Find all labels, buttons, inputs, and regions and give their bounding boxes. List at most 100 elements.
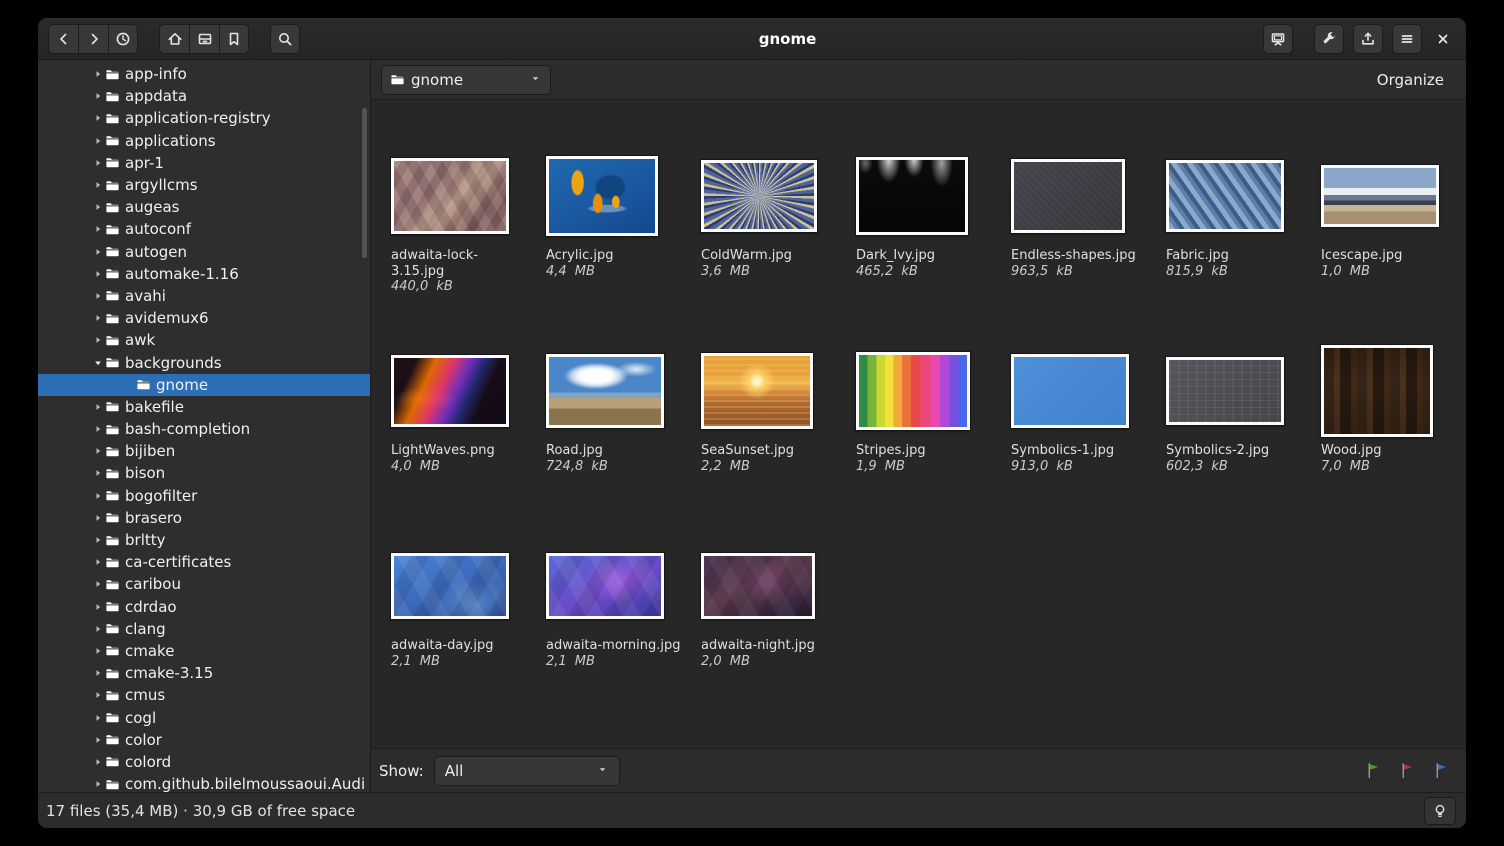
file-item[interactable]: Icescape.jpg1,0 MB — [1321, 150, 1466, 345]
file-item[interactable]: Symbolics-1.jpg913,0 kB — [1011, 345, 1161, 540]
menu-button[interactable] — [1392, 24, 1422, 54]
file-item[interactable]: ColdWarm.jpg3,6 MB — [701, 150, 851, 345]
expander-collapsed-icon[interactable] — [90, 223, 105, 235]
sidebar-item-ca-certificates[interactable]: ca-certificates — [38, 551, 370, 573]
blue-flag-button[interactable] — [1432, 762, 1450, 780]
sidebar-item-color[interactable]: color — [38, 729, 370, 751]
file-item[interactable]: LightWaves.png4,0 MB — [391, 345, 541, 540]
thumbnail[interactable] — [1166, 160, 1284, 232]
expander-collapsed-icon[interactable] — [90, 667, 105, 679]
sidebar-item-application-registry[interactable]: application-registry — [38, 107, 370, 129]
sidebar-item-colord[interactable]: colord — [38, 751, 370, 773]
expander-collapsed-icon[interactable] — [90, 734, 105, 746]
file-manager-button[interactable] — [189, 24, 219, 54]
expander-collapsed-icon[interactable] — [90, 112, 105, 124]
sidebar-item-cogl[interactable]: cogl — [38, 706, 370, 728]
file-item[interactable]: Symbolics-2.jpg602,3 kB — [1166, 345, 1316, 540]
thumbnail[interactable] — [701, 353, 813, 429]
sidebar-item-cmake-3.15[interactable]: cmake-3.15 — [38, 662, 370, 684]
expander-collapsed-icon[interactable] — [90, 157, 105, 169]
history-button[interactable] — [108, 24, 138, 54]
sidebar-item-gnome[interactable]: gnome — [38, 374, 370, 396]
expander-collapsed-icon[interactable] — [90, 623, 105, 635]
thumbnail[interactable] — [391, 355, 509, 427]
expander-collapsed-icon[interactable] — [90, 556, 105, 568]
thumbnail[interactable] — [701, 553, 815, 619]
expander-collapsed-icon[interactable] — [90, 312, 105, 324]
file-item[interactable]: SeaSunset.jpg2,2 MB — [701, 345, 851, 540]
thumbnail[interactable] — [391, 158, 509, 234]
file-item[interactable]: Fabric.jpg815,9 kB — [1166, 150, 1316, 345]
green-flag-button[interactable] — [1364, 762, 1382, 780]
filter-dropdown[interactable]: All — [434, 756, 620, 786]
expander-collapsed-icon[interactable] — [90, 512, 105, 524]
sidebar-item-clang[interactable]: clang — [38, 618, 370, 640]
file-item[interactable]: Stripes.jpg1,9 MB — [856, 345, 1006, 540]
tools-button[interactable] — [1314, 24, 1344, 54]
file-item[interactable]: adwaita-morning.jpg2,1 MB — [546, 540, 696, 735]
sidebar-item-awk[interactable]: awk — [38, 329, 370, 351]
thumbnail[interactable] — [856, 352, 970, 430]
bookmark-button[interactable] — [219, 24, 249, 54]
expander-collapsed-icon[interactable] — [90, 756, 105, 768]
thumbnail[interactable] — [1321, 165, 1439, 227]
sidebar-item-avidemux6[interactable]: avidemux6 — [38, 307, 370, 329]
sidebar-item-autoconf[interactable]: autoconf — [38, 218, 370, 240]
sidebar-item-brltty[interactable]: brltty — [38, 529, 370, 551]
expander-expanded-icon[interactable] — [90, 357, 105, 369]
thumbnail[interactable] — [391, 553, 509, 619]
back-button[interactable] — [48, 24, 78, 54]
expander-collapsed-icon[interactable] — [90, 68, 105, 80]
thumbnail[interactable] — [1321, 345, 1433, 437]
thumbnail[interactable] — [546, 354, 664, 428]
expander-collapsed-icon[interactable] — [90, 490, 105, 502]
sidebar-item-cdrdao[interactable]: cdrdao — [38, 596, 370, 618]
expander-collapsed-icon[interactable] — [90, 290, 105, 302]
expander-collapsed-icon[interactable] — [90, 135, 105, 147]
close-button[interactable] — [1430, 24, 1456, 54]
thumbnail[interactable] — [546, 553, 664, 619]
expander-collapsed-icon[interactable] — [90, 246, 105, 258]
sidebar-item-cmake[interactable]: cmake — [38, 640, 370, 662]
expander-collapsed-icon[interactable] — [90, 401, 105, 413]
expander-collapsed-icon[interactable] — [90, 601, 105, 613]
sidebar-item-applications[interactable]: applications — [38, 130, 370, 152]
expander-collapsed-icon[interactable] — [90, 90, 105, 102]
sidebar-item-apr-1[interactable]: apr-1 — [38, 152, 370, 174]
sidebar-item-caribou[interactable]: caribou — [38, 573, 370, 595]
expander-collapsed-icon[interactable] — [90, 268, 105, 280]
expander-collapsed-icon[interactable] — [90, 534, 105, 546]
expander-collapsed-icon[interactable] — [90, 445, 105, 457]
file-item[interactable]: Wood.jpg7,0 MB — [1321, 345, 1466, 540]
thumbnail[interactable] — [1011, 354, 1129, 428]
expander-collapsed-icon[interactable] — [90, 712, 105, 724]
expander-collapsed-icon[interactable] — [90, 778, 105, 790]
file-item[interactable]: Endless-shapes.jpg963,5 kB — [1011, 150, 1161, 345]
sidebar-item-backgrounds[interactable]: backgrounds — [38, 351, 370, 373]
sidebar-item-com.github.bilelmoussaoui.Audi[interactable]: com.github.bilelmoussaoui.Audi — [38, 773, 370, 792]
sidebar-item-bogofilter[interactable]: bogofilter — [38, 485, 370, 507]
expander-collapsed-icon[interactable] — [90, 645, 105, 657]
thumbnail[interactable] — [701, 160, 817, 232]
file-item[interactable]: adwaita-lock-3.15.jpg440,0 kB — [391, 150, 541, 345]
sidebar-item-automake-1.16[interactable]: automake-1.16 — [38, 263, 370, 285]
expander-collapsed-icon[interactable] — [90, 578, 105, 590]
red-flag-button[interactable] — [1398, 762, 1416, 780]
home-button[interactable] — [159, 24, 189, 54]
sidebar-item-bash-completion[interactable]: bash-completion — [38, 418, 370, 440]
thumbnail[interactable] — [1166, 357, 1284, 425]
lightbulb-button[interactable] — [1424, 797, 1456, 825]
sidebar-item-bijiben[interactable]: bijiben — [38, 440, 370, 462]
presentation-button[interactable] — [1263, 24, 1293, 54]
expander-collapsed-icon[interactable] — [90, 689, 105, 701]
file-item[interactable]: adwaita-night.jpg2,0 MB — [701, 540, 851, 735]
file-item[interactable]: adwaita-day.jpg2,1 MB — [391, 540, 541, 735]
thumbnail[interactable] — [546, 156, 658, 236]
organize-button[interactable]: Organize — [1369, 67, 1452, 93]
sidebar-item-argyllcms[interactable]: argyllcms — [38, 174, 370, 196]
forward-button[interactable] — [78, 24, 108, 54]
thumbnail[interactable] — [856, 157, 968, 235]
export-button[interactable] — [1353, 24, 1383, 54]
sidebar-item-bison[interactable]: bison — [38, 462, 370, 484]
sidebar-item-autogen[interactable]: autogen — [38, 241, 370, 263]
